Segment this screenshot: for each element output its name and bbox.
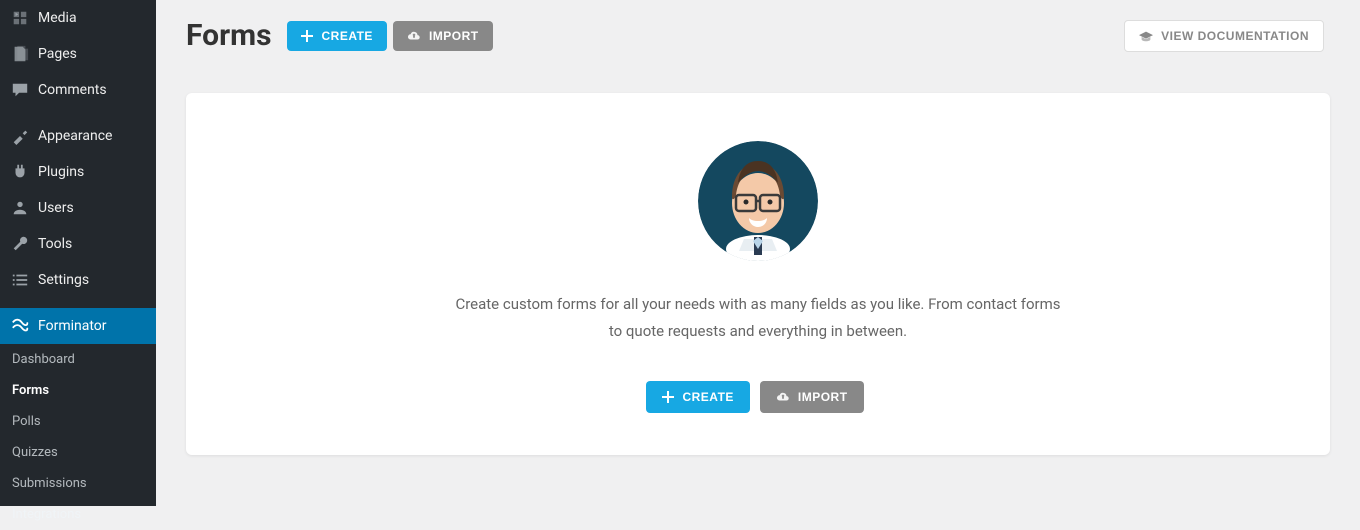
forminator-icon [10,316,30,336]
panel-actions: CREATE IMPORT [216,381,1300,413]
import-button[interactable]: IMPORT [393,21,493,51]
view-documentation-button[interactable]: VIEW DOCUMENTATION [1124,20,1324,52]
graduation-cap-icon [1139,30,1153,42]
create-button[interactable]: CREATE [287,21,386,51]
sidebar-item-label: Forminator [38,318,107,334]
tools-icon [10,234,30,254]
sidebar-item-label: Comments [38,82,107,98]
sidebar-item-tools[interactable]: Tools [0,226,156,262]
subitem-submissions[interactable]: Submissions [0,468,156,499]
sidebar-item-label: Pages [38,46,77,62]
subitem-forms[interactable]: Forms [0,375,156,406]
subitem-polls[interactable]: Polls [0,406,156,437]
empty-state-description: Create custom forms for all your needs w… [448,291,1068,345]
sidebar-item-label: Settings [38,272,89,288]
comments-icon [10,80,30,100]
subitem-integrations[interactable]: Integrations [0,499,156,530]
sidebar-item-media[interactable]: Media [0,0,156,36]
sidebar-item-label: Plugins [38,164,84,180]
sidebar-item-pages[interactable]: Pages [0,36,156,72]
page-header: Forms CREATE IMPORT VIEW DOCUMENTATION [186,18,1330,53]
sidebar-item-plugins[interactable]: Plugins [0,154,156,190]
admin-sidebar: Media Pages Comments Appearance Plugins … [0,0,156,506]
sidebar-item-settings[interactable]: Settings [0,262,156,298]
settings-icon [10,270,30,290]
page-title: Forms [186,18,271,53]
sidebar-item-appearance[interactable]: Appearance [0,118,156,154]
sidebar-item-label: Users [38,200,74,216]
empty-state-panel: Create custom forms for all your needs w… [186,93,1330,455]
cloud-upload-icon [407,30,421,42]
sidebar-item-users[interactable]: Users [0,190,156,226]
sidebar-item-label: Tools [38,236,72,252]
plus-icon [301,30,313,42]
plus-icon [662,391,674,403]
plugins-icon [10,162,30,182]
panel-import-button[interactable]: IMPORT [760,381,864,413]
cloud-upload-icon [776,391,790,403]
pages-icon [10,44,30,64]
mascot-avatar [698,141,818,261]
users-icon [10,198,30,218]
media-icon [10,8,30,28]
sidebar-item-forminator[interactable]: Forminator [0,308,156,344]
sidebar-item-label: Media [38,10,77,26]
sidebar-item-comments[interactable]: Comments [0,72,156,108]
appearance-icon [10,126,30,146]
subitem-quizzes[interactable]: Quizzes [0,437,156,468]
sidebar-item-label: Appearance [38,128,112,144]
main-content: Forms CREATE IMPORT VIEW DOCUMENTATION [156,0,1360,506]
subitem-dashboard[interactable]: Dashboard [0,344,156,375]
panel-create-button[interactable]: CREATE [646,381,749,413]
